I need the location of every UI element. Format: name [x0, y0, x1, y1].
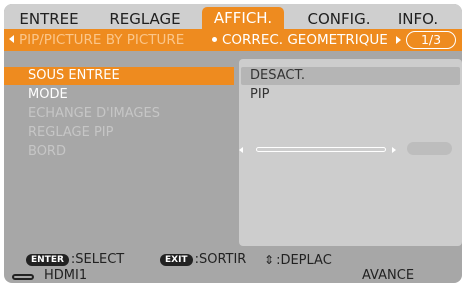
enter-key-icon: ENTER [26, 253, 69, 266]
menu-item-reglage-pip[interactable]: REGLAGE PIP [4, 124, 113, 142]
hint-exit-label: :SORTIR [194, 252, 247, 267]
slider-right-arrow-icon[interactable] [392, 147, 396, 153]
scroll-left-arrow-icon[interactable] [9, 35, 14, 43]
tab-reglage[interactable]: REGLAGE [104, 9, 186, 29]
up-down-arrows-icon: ⇕ [264, 253, 275, 267]
tab-config[interactable]: CONFIG. [302, 9, 376, 29]
hint-move-label: :DEPLAC [276, 253, 332, 268]
slider-track[interactable] [256, 147, 386, 152]
tab-bar: ENTREE REGLAGE AFFICH. CONFIG. INFO. [4, 4, 462, 29]
hint-exit: EXIT:SORTIR [160, 252, 246, 268]
hint-enter-label: :SELECT [70, 252, 125, 267]
input-source: HDMI1 [44, 268, 88, 283]
exit-key-icon: EXIT [160, 253, 193, 266]
tab-info[interactable]: INFO. [388, 9, 448, 29]
menu-item-mode[interactable]: MODE [4, 86, 68, 104]
tab-entree[interactable]: ENTREE [14, 9, 84, 29]
status-bar: HDMI1 AVANCE [4, 268, 462, 283]
value-sous-entree[interactable]: DESACT. [241, 67, 460, 85]
slider-value-box [407, 142, 452, 155]
tab-affich[interactable]: AFFICH. [202, 7, 284, 29]
menu-mode-level: AVANCE [362, 268, 415, 283]
page-indicator: 1/3 [406, 31, 456, 49]
values-pane: DESACT. PIP [239, 59, 462, 246]
submenu-correc-geometrique[interactable]: CORREC. GEOMETRIQUE [222, 31, 388, 49]
value-mode[interactable]: PIP [250, 86, 270, 104]
menu-item-echange-images[interactable]: ECHANGE D'IMAGES [4, 105, 160, 123]
menu-item-sous-entree[interactable]: SOUS ENTREE [4, 67, 234, 85]
projector-osd: ENTREE REGLAGE AFFICH. CONFIG. INFO. PIP… [0, 0, 466, 287]
hdmi-connector-icon [12, 274, 34, 280]
footer: ENTER:SELECT EXIT:SORTIR ⇕:DEPLAC HDMI1 … [4, 250, 462, 283]
hint-move: ⇕:DEPLAC [264, 252, 332, 268]
menu-item-bord[interactable]: BORD [4, 143, 66, 161]
slider-left-arrow-icon[interactable] [239, 147, 243, 153]
submenu-bar: PIP/PICTURE BY PICTURE CORREC. GEOMETRIQ… [4, 29, 462, 51]
scroll-right-arrow-icon[interactable] [396, 36, 401, 44]
hint-enter: ENTER:SELECT [26, 252, 124, 268]
submenu-pip-pbp[interactable]: PIP/PICTURE BY PICTURE [19, 31, 184, 49]
menu-panel: ENTREE REGLAGE AFFICH. CONFIG. INFO. PIP… [4, 4, 462, 283]
bord-slider[interactable] [239, 142, 462, 157]
separator-dot-icon [212, 37, 217, 42]
